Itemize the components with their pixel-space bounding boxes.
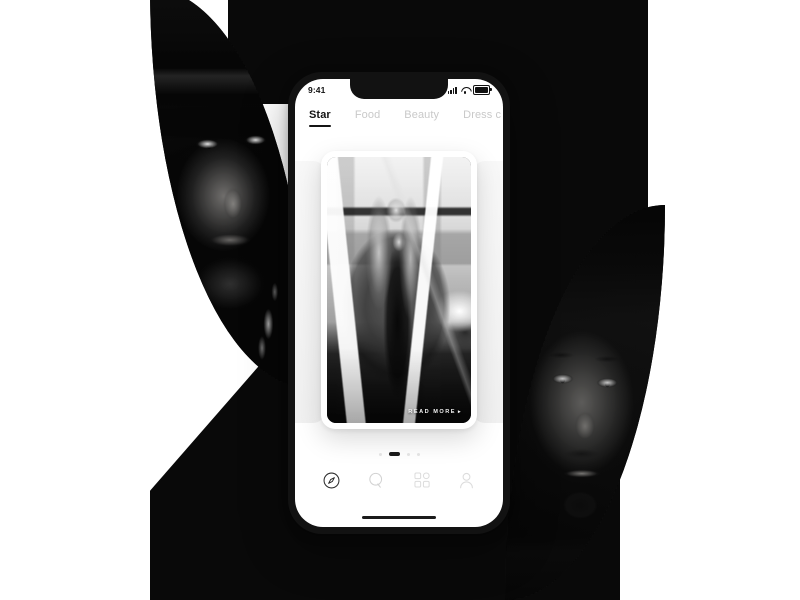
pagination-dot-2[interactable] [388, 452, 400, 456]
tab-beauty[interactable]: Beauty [404, 109, 439, 127]
search-icon [367, 471, 386, 490]
cellular-signal-icon [447, 86, 457, 94]
phone-screen: 9:41 Star Food Beauty Dress c READ MORE … [295, 79, 503, 527]
wifi-icon [461, 87, 470, 94]
tab-food[interactable]: Food [355, 109, 380, 127]
carousel-card-next[interactable] [473, 161, 503, 423]
pagination-dot-1[interactable] [378, 452, 382, 456]
home-indicator [362, 515, 436, 519]
tab-star[interactable]: Star [309, 109, 331, 128]
tab-dress[interactable]: Dress c [463, 109, 501, 127]
bottom-navigation-bar[interactable] [295, 459, 503, 501]
pagination-dot-4[interactable] [416, 452, 420, 456]
status-bar-time: 9:41 [308, 84, 326, 95]
carousel-card-current[interactable]: READ MORE ▸ [321, 151, 477, 429]
petal-left-portrait [150, 0, 310, 388]
read-more-button[interactable]: READ MORE ▸ [408, 409, 462, 415]
nav-item-profile[interactable] [454, 467, 480, 493]
man-with-cap-portrait [150, 0, 310, 388]
story-carousel[interactable]: READ MORE ▸ [295, 147, 503, 437]
petal-right-portrait [505, 205, 665, 600]
phone-device-frame: 9:41 Star Food Beauty Dress c READ MORE … [288, 72, 510, 534]
composition-stage: 9:41 Star Food Beauty Dress c READ MORE … [0, 0, 800, 600]
category-tab-bar[interactable]: Star Food Beauty Dress c [295, 109, 503, 135]
person-icon [457, 471, 476, 490]
read-more-arrow-icon: ▸ [457, 409, 462, 415]
carousel-pagination[interactable] [295, 449, 503, 459]
grid-icon [413, 471, 431, 489]
card-cover-image: READ MORE ▸ [327, 157, 471, 423]
nav-item-search[interactable] [364, 467, 390, 493]
compass-icon [322, 471, 341, 490]
status-bar-indicators [447, 85, 492, 95]
nav-item-discover[interactable] [319, 467, 345, 493]
woman-denim-jacket-photo [327, 157, 471, 423]
battery-full-icon [473, 85, 492, 95]
nav-item-categories[interactable] [409, 467, 435, 493]
bearded-man-portrait [505, 205, 665, 600]
phone-notch [350, 79, 448, 99]
read-more-label: READ MORE [408, 409, 456, 415]
pagination-dot-3[interactable] [406, 452, 410, 456]
